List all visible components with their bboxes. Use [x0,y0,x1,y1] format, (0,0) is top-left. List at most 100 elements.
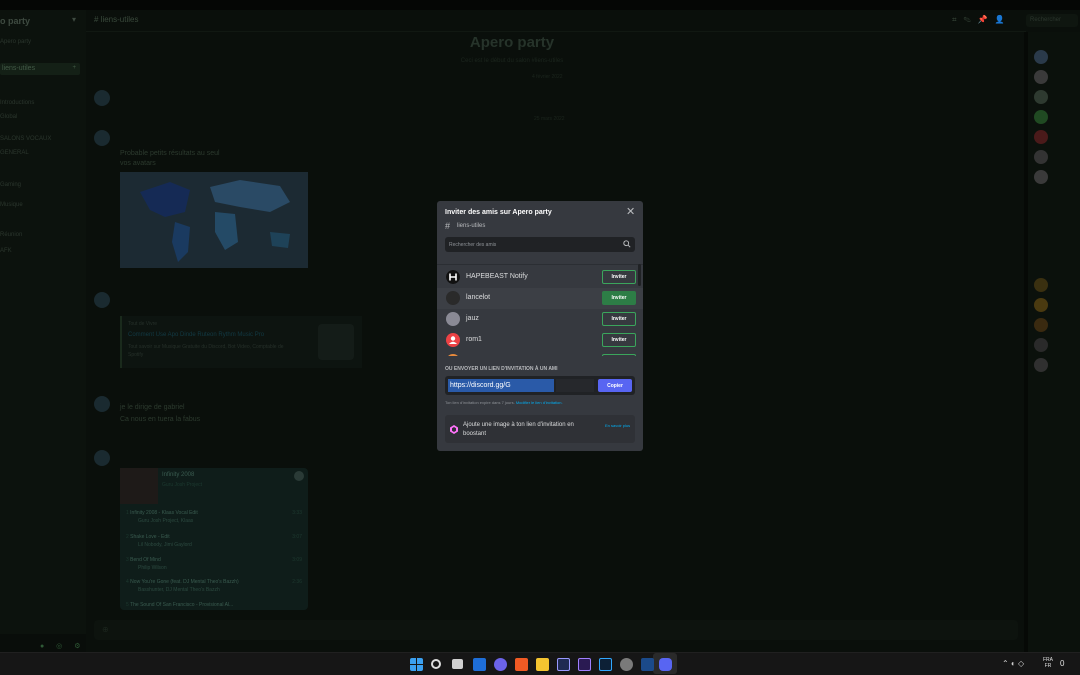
file-explorer-icon[interactable] [536,658,549,671]
search-icon[interactable] [431,659,441,669]
avatar[interactable] [1034,170,1048,184]
avatar[interactable] [94,292,110,308]
message-text: je le dirige de gabriel [120,404,185,411]
sidebar-row[interactable]: Global [0,114,17,120]
close-icon[interactable] [294,471,304,481]
link-embed[interactable]: Tout de Vivre Comment Use Apo Dinde Rute… [120,316,362,368]
avatar[interactable] [1034,50,1048,64]
album-cover[interactable] [120,468,158,504]
tray-icons[interactable]: ⌃ ◐ ◇ [1002,659,1024,668]
friend-search[interactable] [445,237,635,252]
invite-button[interactable]: Inviter [602,333,636,347]
invite-link-value[interactable]: https://discord.gg/G [450,382,511,389]
invite-button[interactable]: Inviter [602,270,636,284]
app-icon[interactable] [641,658,654,671]
avatar[interactable] [1034,150,1048,164]
friend-search-input[interactable] [449,240,619,249]
channel-sidebar: o party ▾ Apero party liens-utiles + Int… [0,10,86,652]
message-text: Probable petits résultats au seul [120,150,220,157]
task-view-icon[interactable] [452,659,463,669]
friend-name: lancelot [466,294,491,301]
avatar[interactable] [94,450,110,466]
server-name[interactable]: o party [0,16,30,26]
spotify-title[interactable]: Infinity 2008 [162,472,194,478]
sidebar-row[interactable]: Introductions [0,100,34,106]
avatar[interactable] [1034,278,1048,292]
track-artist: Philip Wilson [138,565,167,571]
boost-banner: Ajoute une image à ton lien d'invitation… [445,415,635,443]
date-divider: 4 février 2022 [532,74,563,80]
brave-icon[interactable] [515,658,528,671]
copy-button[interactable]: Copier [598,379,632,392]
invite-link-box[interactable]: https://discord.gg/G Copier [445,376,635,395]
track-duration: 3:33 [292,510,302,516]
track-row[interactable]: 3 Bend Of Mind [126,557,161,563]
friend-row[interactable]: rom1 Inviter [437,330,643,351]
friend-row[interactable]: jauz Inviter [437,309,643,330]
after-effects-icon[interactable] [557,658,570,671]
language-indicator[interactable]: FRA FR [1043,657,1053,669]
invite-link-label: OU ENVOYER UN LIEN D'INVITATION À UN AMI [445,366,558,372]
add-attachment-icon[interactable]: ⊕ [102,625,109,634]
track-row[interactable]: 5 The Sound Of San Francisco - Provision… [126,602,233,608]
settings-gear-icon[interactable] [620,658,633,671]
embed-thumbnail[interactable] [318,324,354,360]
avatar [446,270,460,284]
invite-button[interactable]: Inviter [602,312,636,326]
friend-row[interactable]: HAPEBEAST Notify Inviter [437,267,643,288]
avatar[interactable] [94,90,110,106]
header-search[interactable]: Rechercher [1026,14,1078,27]
sidebar-row[interactable]: Réunion [0,232,22,238]
learn-more-link[interactable]: En savoir plus [605,423,631,429]
invite-button[interactable]: Inviter [602,291,636,305]
avatar[interactable] [1034,90,1048,104]
track-row[interactable]: 4 Now You're Gone (feat. DJ Mental Theo'… [126,579,239,585]
invite-button[interactable] [602,354,636,356]
discord-default-avatar-icon [449,336,457,344]
friends-scrollbar[interactable] [638,264,641,286]
friends-list[interactable]: HAPEBEAST Notify Inviter lancelot Invite… [437,264,643,356]
sidebar-row[interactable]: AFK [0,248,12,254]
sidebar-row[interactable]: GENERAL [0,150,29,156]
track-row[interactable]: 2 Shake Love - Edit [126,534,170,540]
avatar[interactable] [1034,70,1048,84]
friend-row[interactable]: lancelot Inviter [437,288,643,309]
spotify-artist[interactable]: Guru Josh Project [162,482,202,488]
avatar[interactable] [1034,130,1048,144]
avatar[interactable] [1034,110,1048,124]
chevron-down-icon[interactable]: ▾ [72,15,76,24]
header-icons[interactable]: ⌗✎📌👤 [952,15,1012,25]
discord-icon[interactable] [659,658,672,671]
clock[interactable]: 0 [1060,659,1064,668]
photoshop-icon[interactable] [599,658,612,671]
avatar[interactable] [1034,298,1048,312]
avatar[interactable] [94,396,110,412]
track-row[interactable]: 1 Infinity 2008 - Klaas Vocal Edit [126,510,198,516]
spotify-embed[interactable]: Infinity 2008 Guru Josh Project 1 Infini… [120,468,308,610]
close-icon[interactable]: ✕ [626,205,635,218]
windows-start-icon[interactable] [410,658,423,671]
premiere-pro-icon[interactable] [578,658,591,671]
add-member-icon[interactable]: + [72,65,76,71]
sidebar-row[interactable]: Gaming [0,182,21,188]
avatar[interactable] [94,130,110,146]
map-image[interactable] [120,172,308,268]
avatar[interactable] [1034,358,1048,372]
track-artist: Basshunter, DJ Mental Theo's Bazzh [138,587,220,593]
track-artist: Guru Josh Project, Klaas [138,518,194,524]
sidebar-category[interactable]: SALONS VOCAUX [0,136,51,142]
edit-invite-link[interactable]: Modifier le lien d'invitation. [516,400,563,405]
avatar [446,333,460,347]
friend-row-partial[interactable] [437,351,643,356]
sidebar-item-active-channel[interactable]: liens-utiles + [0,63,80,75]
sidebar-row[interactable]: Musique [0,202,23,208]
teams-chat-icon[interactable] [494,658,507,671]
avatar[interactable] [1034,338,1048,352]
track-artist: Lil Nobody, Jimi Gaylord [138,542,192,548]
embed-title[interactable]: Comment Use Apo Dinde Ruteon Rythm Music… [128,332,264,338]
widgets-icon[interactable] [473,658,486,671]
user-controls-icon[interactable]: ● ◎ ⚙ [40,642,86,650]
message-input[interactable]: ⊕ [94,620,1018,640]
avatar[interactable] [1034,318,1048,332]
message-text: Ca nous en tuera la fabus [120,416,201,423]
